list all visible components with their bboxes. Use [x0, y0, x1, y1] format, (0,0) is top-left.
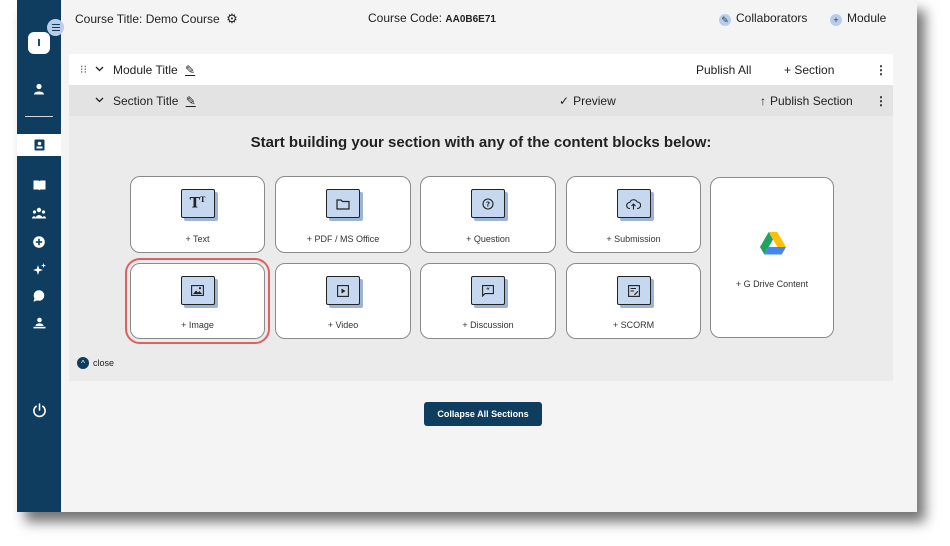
more-vert-icon[interactable]: ⋮ [875, 63, 887, 77]
image-block-card[interactable]: + Image [125, 258, 270, 344]
collaborators-button[interactable]: ✎ Collaborators [719, 11, 807, 26]
question-icon: ? [471, 189, 505, 218]
pdf-block-card[interactable]: + PDF / MS Office [275, 176, 411, 253]
chevron-up-icon: ^ [77, 357, 89, 369]
folder-icon [326, 189, 360, 218]
section-header: Section Title ✎ ✓ Preview ↑ Publish Sectio… [69, 85, 893, 116]
add-section-button[interactable]: + Section [784, 63, 834, 77]
course-code-value: AA0B6E71 [445, 14, 496, 25]
collaborators-label: Collaborators [736, 11, 808, 25]
section-title: Section Title ✎ [113, 94, 196, 108]
edit-pencil-icon[interactable]: ✎ [185, 63, 195, 77]
check-icon: ✓ [559, 94, 570, 108]
submission-block-card[interactable]: + Submission [566, 176, 701, 253]
plus-circle-icon: + [830, 14, 842, 26]
google-drive-icon [760, 232, 786, 259]
publish-all-button[interactable]: Publish All [696, 63, 751, 77]
settings-gear-icon[interactable]: ⚙ [226, 11, 238, 26]
contact-book-icon[interactable] [17, 134, 61, 156]
course-header: Course Title: Demo Course ⚙ Course Code:… [61, 0, 917, 36]
chevron-down-icon[interactable] [95, 93, 104, 107]
scorm-block-card[interactable]: + SCORM [566, 263, 701, 339]
image-block-label: + Image [181, 320, 214, 330]
power-icon[interactable] [17, 399, 61, 421]
quote-bubble-icon: “ [471, 276, 505, 305]
preview-button[interactable]: ✓ Preview [559, 94, 616, 108]
course-title: Course Title: Demo Course ⚙ [75, 11, 238, 27]
module-header: ⁝⁝ Module Title ✎ Publish All + Section … [69, 54, 893, 85]
gdrive-block-label: + G Drive Content [735, 279, 809, 289]
add-module-button[interactable]: + Module [830, 11, 886, 26]
teacher-icon[interactable] [17, 312, 61, 334]
preview-label: Preview [573, 94, 616, 108]
course-title-text: Course Title: Demo Course [75, 12, 220, 26]
more-vert-icon[interactable]: ⋮ [875, 94, 887, 108]
video-block-card[interactable]: + Video [275, 263, 411, 339]
gdrive-block-card[interactable]: + G Drive Content [710, 177, 834, 338]
discussion-block-label: + Discussion [462, 320, 514, 330]
sparkle-icon[interactable] [17, 258, 61, 280]
book-icon[interactable] [17, 174, 61, 196]
edit-pencil-icon[interactable]: ✎ [186, 94, 196, 108]
drag-handle-icon[interactable]: ⁝⁝ [80, 63, 87, 76]
arrow-up-icon: ↑ [760, 94, 766, 108]
course-code: Course Code: AA0B6E71 [368, 11, 496, 25]
close-button[interactable]: ^ close [77, 357, 114, 369]
people-icon[interactable] [17, 202, 61, 224]
edit-note-icon [616, 276, 651, 305]
sidebar: I [17, 0, 64, 512]
svg-text:“: “ [486, 287, 490, 294]
collapse-all-sections-button[interactable]: Collapse All Sections [424, 402, 542, 426]
add-circle-icon[interactable] [17, 231, 61, 253]
play-icon [326, 276, 360, 305]
module-title-text: Module Title [113, 63, 178, 77]
content-heading: Start building your section with any of … [250, 134, 712, 151]
text-format-icon: TT [180, 189, 215, 218]
publish-section-label: Publish Section [770, 94, 853, 108]
section-title-text: Section Title [113, 94, 179, 108]
module-title: Module Title ✎ [113, 63, 195, 77]
content-blocks-panel: Start building your section with any of … [69, 116, 893, 381]
chat-icon[interactable] [17, 285, 61, 307]
discussion-block-card[interactable]: “ + Discussion [420, 263, 556, 339]
video-block-label: + Video [327, 320, 359, 330]
text-block-label: + Text [185, 234, 210, 244]
question-block-label: + Question [466, 234, 510, 244]
close-label: close [93, 358, 115, 368]
sidebar-divider [25, 116, 53, 117]
course-code-label: Course Code: [368, 11, 443, 25]
publish-section-button[interactable]: ↑ Publish Section [760, 94, 853, 108]
user-icon[interactable] [17, 78, 61, 100]
question-block-card[interactable]: ? + Question [420, 176, 556, 253]
pdf-block-label: + PDF / MS Office [306, 234, 380, 244]
module-label: Module [847, 11, 887, 25]
app-window: I Course Title: Demo Course ⚙ Course Cod… [17, 0, 917, 512]
scorm-block-label: + SCORM [612, 320, 655, 330]
submission-block-label: + Submission [606, 234, 661, 244]
image-icon [180, 276, 215, 305]
chevron-down-icon[interactable] [95, 62, 104, 76]
app-logo[interactable]: I [28, 32, 50, 54]
pencil-circle-icon: ✎ [719, 14, 731, 26]
text-block-card[interactable]: TT + Text [130, 176, 265, 253]
cloud-upload-icon [616, 189, 651, 218]
svg-text:?: ? [486, 200, 490, 208]
